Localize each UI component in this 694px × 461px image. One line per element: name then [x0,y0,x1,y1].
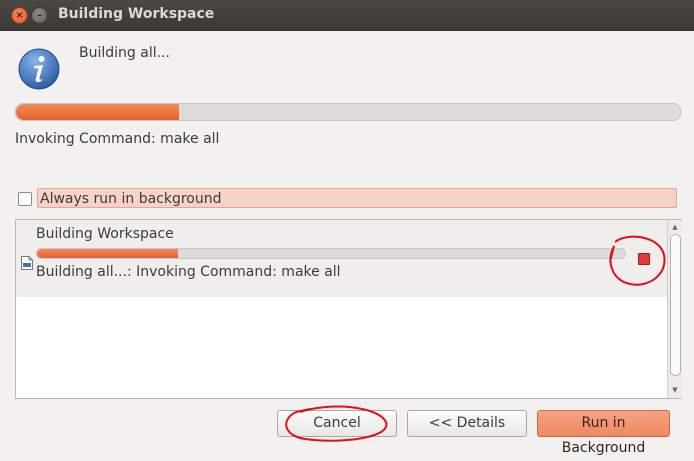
binary-file-icon [21,256,33,270]
always-run-in-background-label[interactable]: Always run in background [37,188,677,208]
minimize-icon: – [37,10,42,21]
scroll-thumb[interactable] [670,234,681,376]
task-message: Invoking Command: make all [15,131,220,147]
job-list: Building Workspace Building all...: Invo… [15,219,682,399]
title-bar: × – Building Workspace [0,0,694,31]
always-run-in-background-checkbox[interactable] [18,192,32,206]
info-icon [18,48,60,90]
job-row[interactable]: Building Workspace Building all...: Invo… [16,220,667,297]
main-message: Building all... [79,45,170,61]
job-name: Building Workspace [36,226,174,242]
cancel-button[interactable]: Cancel [277,410,397,437]
job-progress-bar [36,248,626,259]
building-workspace-dialog: × – Building Workspace Building all... I… [0,0,694,456]
job-message: Building all...: Invoking Command: make … [36,264,341,280]
close-window-button[interactable]: × [11,7,28,24]
scroll-up-arrow-icon[interactable]: ▲ [668,221,682,233]
scroll-down-arrow-icon[interactable]: ▼ [668,384,682,396]
close-icon: × [15,10,24,21]
window-title: Building Workspace [58,6,215,22]
stop-job-button[interactable] [638,253,650,265]
details-button[interactable]: << Details [407,410,527,437]
job-progress-fill [37,249,179,258]
main-progress-fill [16,104,179,120]
job-list-scrollbar[interactable]: ▲ ▼ [667,220,682,398]
minimize-window-button[interactable]: – [31,7,48,24]
run-in-background-button[interactable]: Run in Background [537,410,670,456]
main-progress-bar [15,103,681,121]
